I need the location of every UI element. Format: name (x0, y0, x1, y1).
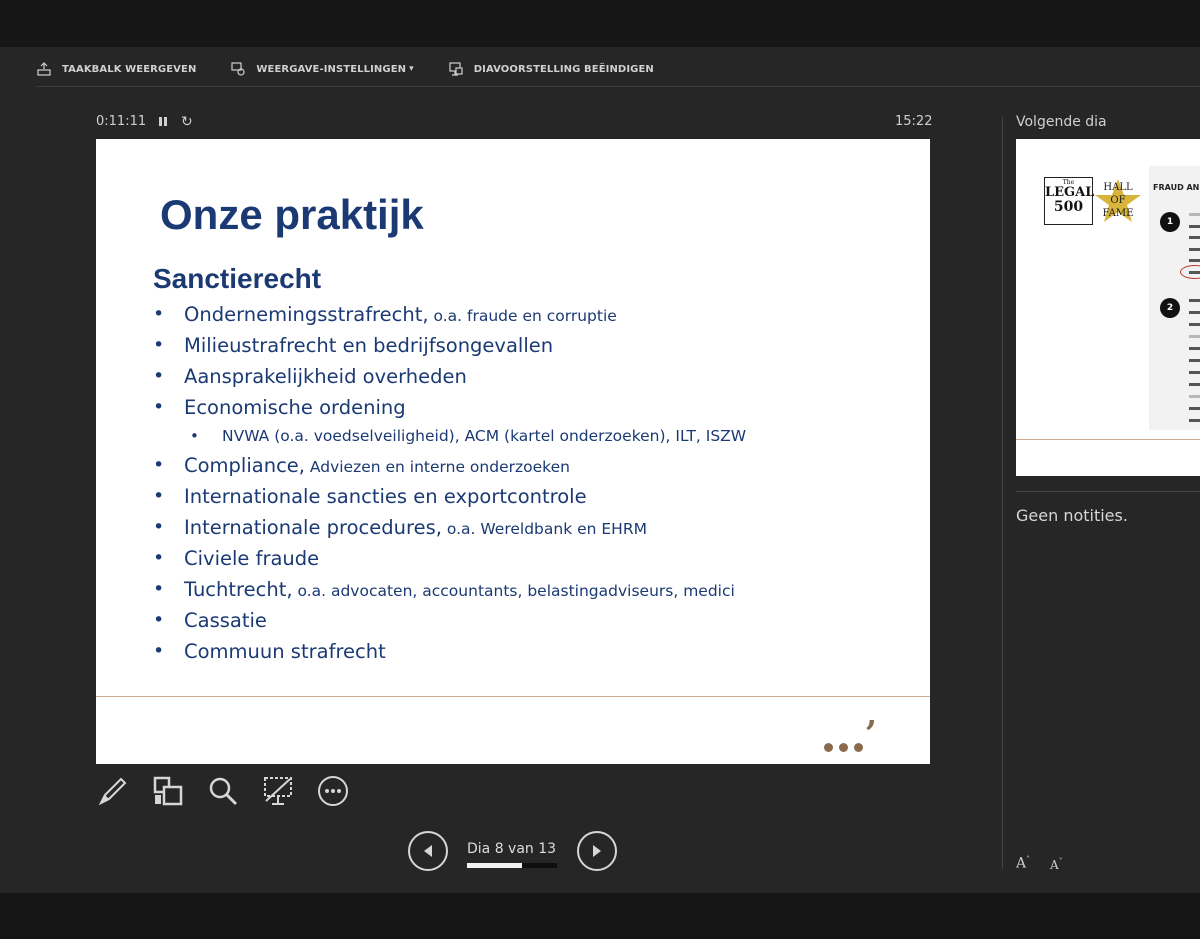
arrow-right-icon (593, 845, 601, 857)
arrow-left-icon (424, 845, 432, 857)
previous-slide-button[interactable] (408, 831, 448, 871)
pane-divider[interactable] (1002, 117, 1003, 869)
show-taskbar-button[interactable]: TAAKBALK WEERGEVEN (36, 61, 196, 77)
bottom-black-bar (0, 893, 1200, 939)
rank-badge: 1 (1160, 212, 1180, 232)
ranking-panel: FRAUD AN 1 2 (1149, 166, 1200, 430)
current-time: 15:22 (895, 114, 933, 129)
bullet-item: Aansprakelijkheid overheden (153, 365, 913, 396)
legal500-logo: The LEGAL 500 (1044, 177, 1094, 225)
bullet-item: Cassatie (153, 609, 913, 640)
bullet-item: Civiele fraude (153, 547, 913, 578)
slide-progress-fill (467, 863, 523, 868)
zoom-button[interactable] (206, 773, 240, 809)
show-taskbar-label: TAAKBALK WEERGEVEN (62, 63, 197, 75)
black-screen-button[interactable] (261, 773, 295, 809)
bullet-item: Economische ordening (153, 396, 913, 427)
chevron-down-icon: ▾ (409, 64, 414, 74)
presenter-toolbar: TAAKBALK WEERGEVEN WEERGAVE-INSTELLINGEN… (36, 58, 688, 80)
slide-bullet-list: Ondernemingsstrafrecht, o.a. fraude en c… (153, 303, 913, 671)
bullet-item: Milieustrafrecht en bedrijfsongevallen (153, 334, 913, 365)
next-slide-button[interactable] (577, 831, 617, 871)
magnifier-icon (209, 777, 238, 806)
speaker-notes[interactable]: Geen notities. (1016, 506, 1128, 525)
slide-tools (96, 773, 371, 809)
display-settings-label: WEERGAVE-INSTELLINGEN (256, 63, 407, 75)
bullet-item: Compliance, Adviezen en interne onderzoe… (153, 454, 913, 485)
next-slide-footer-rule (1016, 439, 1200, 440)
logo-comma-mark: , (866, 695, 878, 733)
bullet-item: Tuchtrecht, o.a. advocaten, accountants,… (153, 578, 913, 609)
logo-dots (824, 743, 869, 752)
bullet-item: Internationale sancties en exportcontrol… (153, 485, 913, 516)
slide-navigation: Dia 8 van 13 (408, 831, 628, 871)
slide-subtitle: Sanctierecht (153, 263, 322, 294)
pen-icon (98, 777, 127, 806)
more-options-icon (318, 776, 348, 806)
slide-title: Onze praktijk (160, 191, 424, 238)
end-slideshow-button[interactable]: DIAVOORSTELLING BEËINDIGEN (448, 61, 654, 77)
pen-tool-button[interactable] (96, 773, 130, 809)
sub-bullet-item: NVWA (o.a. voedselveiligheid), ACM (kart… (153, 427, 913, 454)
screen-icon (264, 777, 292, 805)
notes-divider (1016, 491, 1200, 492)
end-slideshow-label: DIAVOORSTELLING BEËINDIGEN (473, 63, 654, 75)
next-slide-label: Volgende dia (1016, 114, 1107, 130)
slides-grid-icon (153, 776, 183, 806)
slide-counter: Dia 8 van 13 (467, 841, 557, 857)
slide-footer-rule (96, 696, 930, 697)
next-slide-preview[interactable]: The LEGAL 500 HALL OF FAME FRAUD AN 1 2 (1016, 139, 1200, 476)
top-black-bar (0, 0, 1200, 47)
rank-badge: 2 (1160, 298, 1180, 318)
display-settings-button[interactable]: WEERGAVE-INSTELLINGEN ▾ (230, 61, 414, 77)
ranking-title: FRAUD AN (1153, 183, 1200, 192)
hall-of-fame-badge: HALL OF FAME (1102, 182, 1134, 219)
toolbar-divider (36, 86, 1200, 87)
decrease-font-button[interactable]: A˅ (1050, 857, 1063, 872)
slide-progress-bar (467, 863, 557, 868)
restart-timer-icon[interactable]: ↻ (181, 114, 193, 130)
elapsed-timer: 0:11:11 (96, 114, 147, 129)
bullet-item: Ondernemingsstrafrecht, o.a. fraude en c… (153, 303, 913, 334)
current-slide[interactable]: Onze praktijk Sanctierecht Ondernemingss… (96, 139, 930, 764)
pause-timer-icon[interactable] (156, 115, 170, 129)
increase-font-button[interactable]: A˄ (1016, 855, 1030, 872)
see-all-slides-button[interactable] (151, 773, 185, 809)
more-options-button[interactable] (316, 773, 350, 809)
bullet-item: Commuun strafrecht (153, 640, 913, 671)
display-settings-icon (231, 62, 246, 76)
bullet-item: Internationale procedures, o.a. Wereldba… (153, 516, 913, 547)
end-slideshow-icon (449, 62, 463, 76)
taskbar-icon (37, 62, 51, 76)
